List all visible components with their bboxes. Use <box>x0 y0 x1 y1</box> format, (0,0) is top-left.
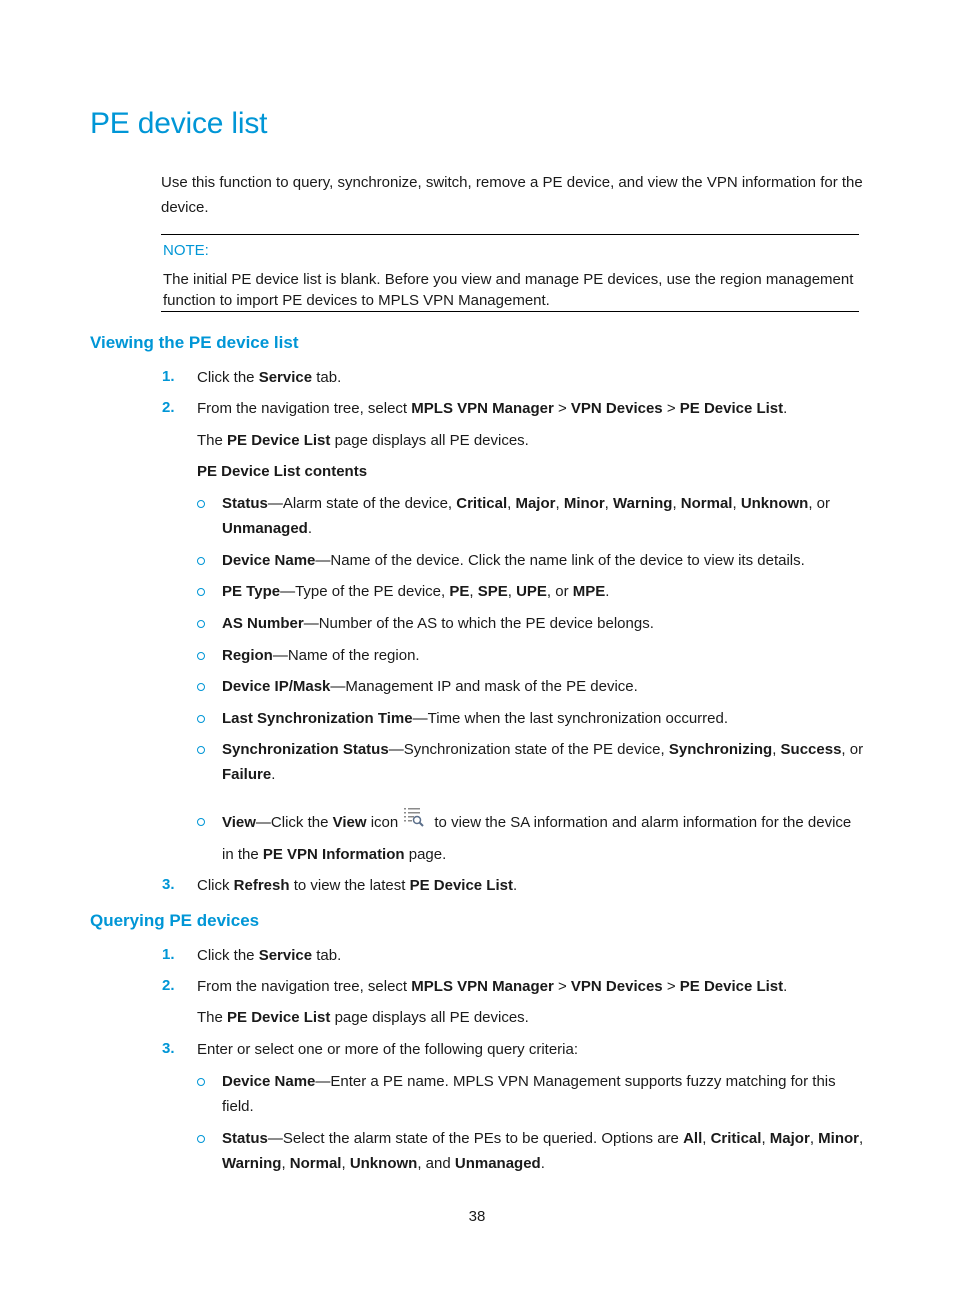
list-item-sync-status: Synchronization Status—Synchronization s… <box>222 741 864 783</box>
bullet-icon <box>197 818 205 826</box>
step-text: Click the Service tab. <box>197 369 342 386</box>
step-text: From the navigation tree, select MPLS VP… <box>197 978 788 995</box>
list-item-device-name: Device Name—Name of the device. Click th… <box>222 552 805 569</box>
step-number: 2. <box>162 399 175 416</box>
section-heading-viewing: Viewing the PE device list <box>90 333 299 352</box>
list-item-status: Status—Select the alarm state of the PEs… <box>222 1130 864 1172</box>
bullet-icon <box>197 557 205 565</box>
bullet-icon <box>197 588 205 596</box>
bullet-icon <box>197 500 205 508</box>
bullet-icon <box>197 1135 205 1143</box>
view-list-search-icon[interactable] <box>402 807 426 829</box>
page-title: PE device list <box>90 107 268 140</box>
list-item-device-name: Device Name—Enter a PE name. MPLS VPN Ma… <box>222 1073 836 1115</box>
step-sub-text: The PE Device List page displays all PE … <box>197 432 529 449</box>
intro-paragraph: Use this function to query, synchronize,… <box>161 174 863 216</box>
step-number: 2. <box>162 977 175 994</box>
step-number: 3. <box>162 876 175 893</box>
step-text: Click Refresh to view the latest PE Devi… <box>197 877 518 894</box>
step-text: From the navigation tree, select MPLS VP… <box>197 400 788 417</box>
bullet-icon <box>197 715 205 723</box>
note-box: NOTE: The initial PE device list is blan… <box>161 234 859 312</box>
list-item-pe-type: PE Type—Type of the PE device, PE, SPE, … <box>222 583 610 600</box>
step-sub-text: The PE Device List page displays all PE … <box>197 1009 529 1026</box>
contents-heading: PE Device List contents <box>197 463 368 480</box>
note-label: NOTE: <box>163 242 209 259</box>
bullet-icon <box>197 652 205 660</box>
list-item-as-number: AS Number—Number of the AS to which the … <box>222 615 654 632</box>
step-number: 1. <box>162 946 175 963</box>
section-heading-querying: Querying PE devices <box>90 911 260 930</box>
step-text: Click the Service tab. <box>197 947 342 964</box>
list-item-region: Region—Name of the region. <box>222 647 420 664</box>
bullet-icon <box>197 1078 205 1086</box>
step-number: 3. <box>162 1040 175 1057</box>
list-item-device-ip: Device IP/Mask—Management IP and mask of… <box>222 678 638 695</box>
step-number: 1. <box>162 368 175 385</box>
list-item-status: Status—Alarm state of the device, Critic… <box>222 495 830 537</box>
bullet-icon <box>197 620 205 628</box>
page-number: 38 <box>468 1208 486 1225</box>
list-item-view-line2: in the PE VPN Information page. <box>222 846 447 863</box>
list-item-view: View—Click the View icon to view the SA … <box>222 807 872 835</box>
note-text: The initial PE device list is blank. Bef… <box>163 271 854 309</box>
bullet-icon <box>197 683 205 691</box>
step-text: Enter or select one or more of the follo… <box>197 1041 579 1058</box>
bullet-icon <box>197 746 205 754</box>
list-item-last-sync-time: Last Synchronization Time—Time when the … <box>222 710 729 727</box>
